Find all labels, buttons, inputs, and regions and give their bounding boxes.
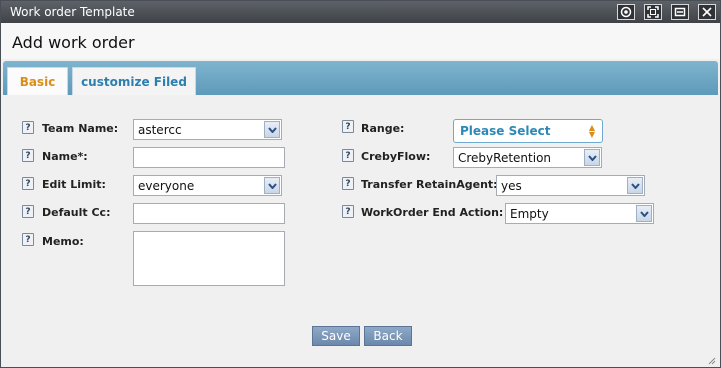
chevron-down-icon: [264, 121, 280, 138]
edit-limit-help-icon[interactable]: ?: [22, 177, 34, 190]
edit-limit-value: everyone: [138, 178, 195, 193]
name-label: Name*:: [42, 150, 88, 163]
chevron-down-icon: [264, 177, 280, 194]
transfer-retain-agent-help-icon[interactable]: ?: [342, 177, 354, 190]
edit-limit-select[interactable]: everyone: [133, 175, 282, 196]
tab-basic[interactable]: Basic: [7, 67, 68, 95]
chevron-down-icon: [584, 149, 600, 166]
save-button[interactable]: Save: [312, 326, 360, 346]
transfer-retain-agent-value: yes: [501, 178, 522, 193]
window-title: Work order Template: [10, 5, 135, 19]
chevron-down-icon: [636, 205, 652, 222]
window-titlebar: Work order Template: [1, 1, 720, 23]
range-select[interactable]: Please Select ▲ ▼: [453, 119, 603, 143]
tab-bar: Basic customize Filed: [3, 61, 718, 95]
resize-grip-icon[interactable]: [708, 357, 716, 365]
team-name-value: astercc: [138, 122, 182, 137]
back-button[interactable]: Back: [364, 326, 412, 346]
edit-limit-label: Edit Limit:: [42, 178, 106, 191]
chevron-down-icon: [627, 177, 643, 194]
name-help-icon[interactable]: ?: [22, 149, 34, 162]
default-cc-field[interactable]: [133, 203, 285, 224]
workorder-end-action-select[interactable]: Empty: [505, 203, 654, 224]
memo-help-icon[interactable]: ?: [22, 233, 34, 246]
maximize-icon[interactable]: [644, 4, 662, 20]
workorder-end-action-value: Empty: [510, 206, 549, 221]
range-value: Please Select: [460, 124, 551, 138]
restore-icon[interactable]: [617, 4, 635, 20]
workorder-end-action-help-icon[interactable]: ?: [342, 205, 354, 218]
dialog-header: Add work order: [1, 23, 720, 59]
range-label: Range:: [361, 122, 405, 135]
team-name-help-icon[interactable]: ?: [22, 121, 34, 134]
memo-label: Memo:: [42, 235, 84, 248]
creby-flow-help-icon[interactable]: ?: [342, 149, 354, 162]
form-area: ? Team Name: astercc ? Name*: ? Edit Lim…: [3, 95, 718, 367]
minimize-icon[interactable]: [671, 4, 689, 20]
range-help-icon[interactable]: ?: [342, 120, 354, 133]
window-controls: [617, 4, 716, 20]
creby-flow-value: CrebyRetention: [458, 150, 552, 165]
up-down-icon: ▲ ▼: [588, 123, 595, 139]
name-field[interactable]: [133, 147, 285, 168]
close-icon[interactable]: [698, 4, 716, 20]
memo-textarea[interactable]: [133, 231, 285, 286]
team-name-label: Team Name:: [42, 122, 119, 135]
creby-flow-label: CrebyFlow:: [361, 150, 431, 163]
tab-customize-filed[interactable]: customize Filed: [72, 67, 196, 95]
workorder-end-action-label: WorkOrder End Action:: [361, 206, 504, 219]
creby-flow-select[interactable]: CrebyRetention: [453, 147, 602, 168]
default-cc-label: Default Cc:: [42, 206, 111, 219]
page-title: Add work order: [12, 33, 135, 52]
transfer-retain-agent-label: Transfer RetainAgent:: [361, 178, 498, 191]
team-name-select[interactable]: astercc: [133, 119, 282, 140]
default-cc-help-icon[interactable]: ?: [22, 205, 34, 218]
work-order-template-window: Work order Template Add work order Basic…: [0, 0, 721, 368]
transfer-retain-agent-select[interactable]: yes: [496, 175, 645, 196]
